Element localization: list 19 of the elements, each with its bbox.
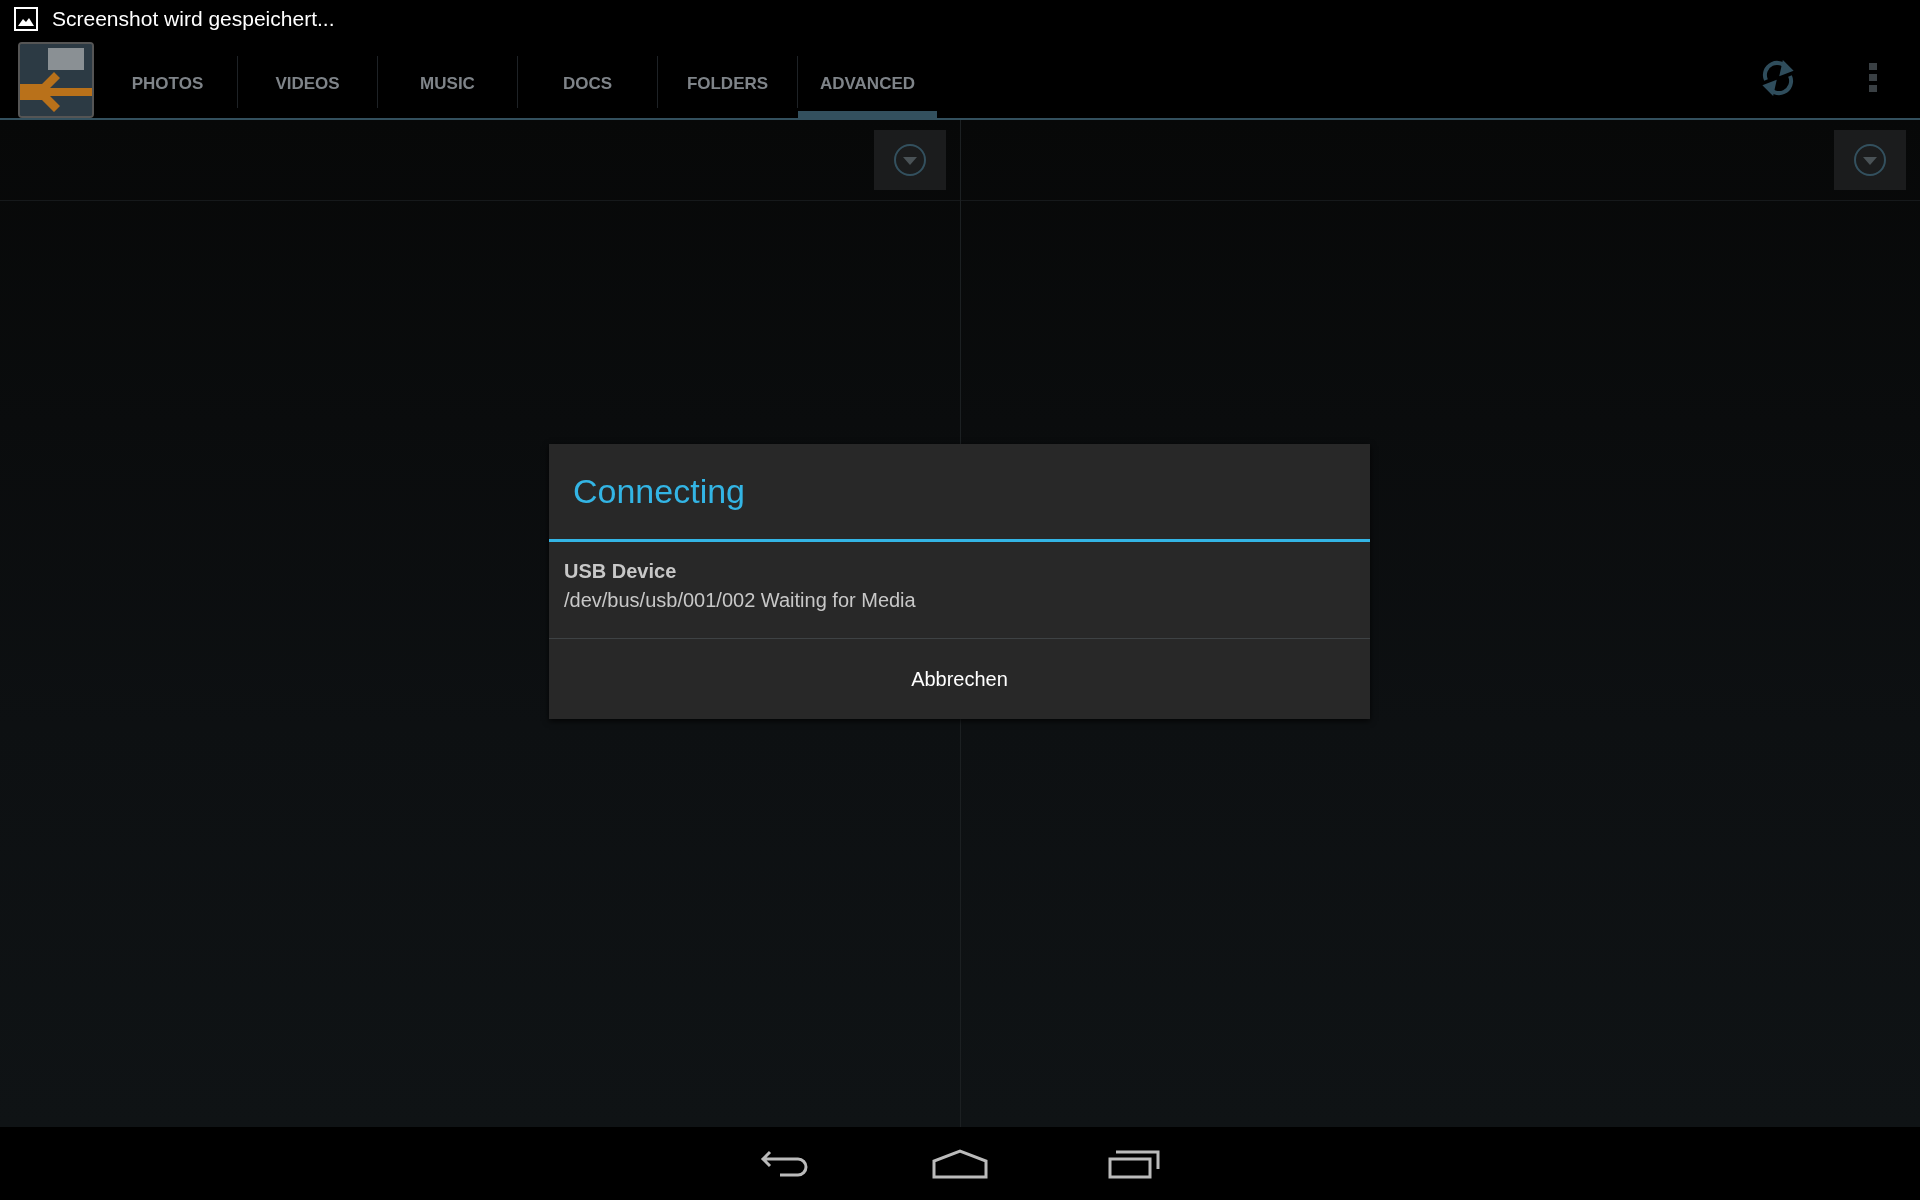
device-status: /dev/bus/usb/001/002 Waiting for Media bbox=[564, 589, 917, 612]
tab[interactable]: FOLDERS bbox=[658, 50, 797, 118]
image-icon bbox=[14, 7, 38, 31]
tab[interactable]: MUSIC bbox=[378, 50, 517, 118]
device-name: USB Device bbox=[564, 560, 678, 583]
dropdown-icon bbox=[892, 143, 927, 177]
dropdown-button[interactable] bbox=[1834, 130, 1906, 190]
dropdown-button[interactable] bbox=[873, 130, 946, 190]
overflow-menu-icon bbox=[1868, 63, 1877, 93]
tab[interactable]: DOCS bbox=[518, 50, 657, 118]
cancel-button[interactable]: Abbrechen bbox=[549, 639, 1370, 719]
tab[interactable]: VIDEOS bbox=[238, 50, 377, 118]
tab[interactable]: ADVANCED bbox=[798, 50, 937, 118]
dialog-title: Connecting bbox=[549, 444, 1370, 542]
tab[interactable]: PHOTOS bbox=[98, 50, 237, 118]
recent-apps-button[interactable] bbox=[1108, 1148, 1160, 1179]
dropdown-icon bbox=[1853, 143, 1887, 177]
home-button[interactable] bbox=[932, 1148, 988, 1179]
notification-text: Screenshot wird gespeichert... bbox=[52, 7, 335, 31]
